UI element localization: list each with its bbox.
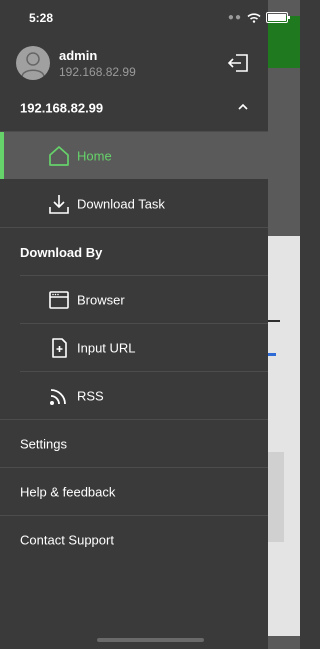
nav-item-download-task[interactable]: Download Task [0, 180, 268, 227]
download-icon [49, 195, 69, 214]
status-icons: ●● [227, 12, 290, 23]
wifi-icon [247, 12, 261, 23]
background-box [268, 452, 284, 542]
background-accent-line [268, 353, 276, 356]
user-header: admin 192.168.82.99 [0, 44, 268, 84]
nav-item-label: Browser [77, 292, 125, 307]
menu-item-label: Contact Support [20, 532, 114, 547]
nav-item-label: Input URL [77, 340, 136, 355]
user-icon [21, 52, 45, 78]
nav-item-home[interactable]: Home [0, 132, 268, 179]
active-indicator [0, 132, 4, 179]
status-bar: 5:28 ●● [0, 0, 300, 34]
logout-icon [227, 54, 248, 72]
background-screen: dit [268, 0, 300, 649]
battery-icon [266, 12, 290, 23]
username: admin [59, 48, 98, 63]
section-title-download-by: Download By [20, 245, 103, 260]
nav-item-input-url[interactable]: Input URL [0, 324, 268, 371]
divider [0, 227, 268, 228]
server-label: 192.168.82.99 [20, 100, 104, 115]
rss-icon [50, 389, 66, 405]
background-line [268, 320, 280, 322]
user-ip: 192.168.82.99 [59, 65, 136, 79]
menu-item-label: Settings [20, 436, 67, 451]
nav-item-label: RSS [77, 388, 104, 403]
add-document-icon [52, 338, 67, 358]
nav-item-browser[interactable]: Browser [0, 276, 268, 323]
menu-item-contact-support[interactable]: Contact Support [0, 516, 268, 563]
menu-item-settings[interactable]: Settings [0, 420, 268, 467]
signal-icon: ●● [227, 12, 242, 23]
background-panel: dit [268, 236, 300, 636]
home-icon [49, 146, 69, 166]
nav-item-label: Home [77, 148, 112, 163]
server-selector[interactable]: 192.168.82.99 [0, 84, 268, 131]
menu-item-label: Help & feedback [20, 484, 116, 499]
logout-button[interactable] [227, 53, 249, 73]
navigation-drawer: admin 192.168.82.99 192.168.82.99 Home D… [0, 0, 268, 649]
menu-item-help[interactable]: Help & feedback [0, 468, 268, 515]
nav-item-label: Download Task [77, 196, 165, 211]
home-indicator [97, 638, 204, 642]
chevron-up-icon [238, 103, 248, 110]
browser-icon [49, 291, 69, 309]
nav-item-rss[interactable]: RSS [0, 372, 268, 419]
status-time: 5:28 [29, 11, 54, 25]
avatar [16, 46, 50, 80]
